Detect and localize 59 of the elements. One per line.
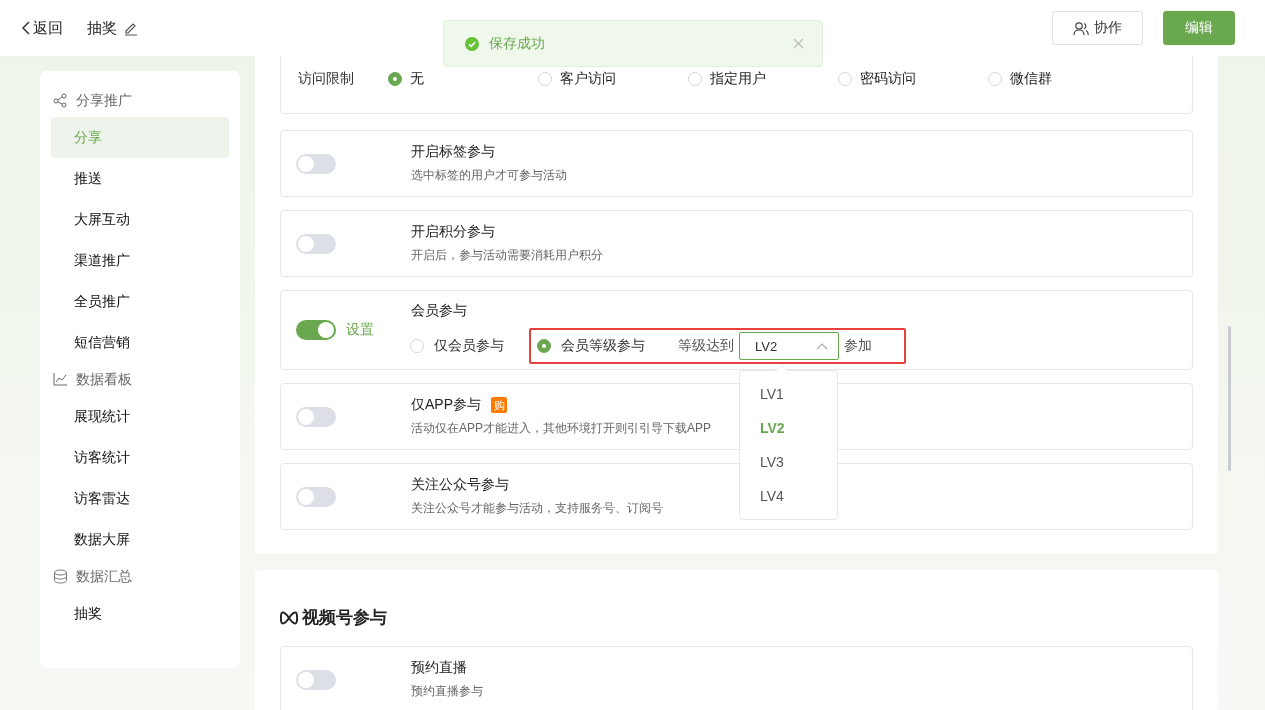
setting-title: 仅APP参与 — [411, 396, 481, 414]
sidebar-item[interactable]: 展现统计 — [51, 396, 229, 437]
suffix-label: 参加 — [844, 337, 872, 355]
setting-description: 开启后，参与活动需要消耗用户积分 — [411, 247, 603, 264]
toggle-switch[interactable] — [296, 320, 336, 340]
setting-title: 会员参与 — [411, 302, 467, 320]
sidebar-item[interactable]: 大屏互动 — [51, 199, 229, 240]
sidebar-item[interactable]: 抽奖 — [51, 593, 229, 634]
users-icon — [1073, 20, 1089, 36]
page-title: 抽奖 — [87, 18, 117, 38]
setting-title: 预约直播 — [411, 659, 467, 677]
share-icon — [53, 93, 68, 108]
setting-description: 选中标签的用户才可参与活动 — [411, 167, 567, 184]
radio-option[interactable]: 密码访问 — [838, 70, 988, 88]
radio-option[interactable]: 会员等级参与 — [537, 337, 645, 355]
sidebar-item[interactable]: 访客雷达 — [51, 478, 229, 519]
chart-icon — [53, 372, 68, 387]
radio-option[interactable]: 指定用户 — [688, 70, 838, 88]
radio-option[interactable]: 微信群 — [988, 70, 1138, 88]
radio-option[interactable]: 客户访问 — [538, 70, 688, 88]
sidebar-group: 数据汇总 — [76, 567, 132, 586]
setting-description: 活动仅在APP才能进入，其他环境打开则引引导下载APP — [411, 420, 712, 437]
dropdown-option[interactable]: LV4 — [740, 479, 837, 513]
sidebar-item[interactable]: 推送 — [51, 158, 229, 199]
collaborate-button[interactable]: 协作 — [1052, 11, 1143, 45]
toggle-switch[interactable] — [296, 669, 336, 690]
toggle-switch[interactable] — [296, 486, 336, 507]
sidebar-item[interactable]: 数据大屏 — [51, 519, 229, 560]
setting-title: 开启标签参与 — [411, 143, 495, 161]
sidebar-group: 数据看板 — [76, 370, 132, 389]
sidebar-item[interactable]: 访客统计 — [51, 437, 229, 478]
database-icon — [53, 569, 68, 584]
sidebar-item[interactable]: 全员推广 — [51, 281, 229, 322]
section-title: 视频号参与 — [302, 607, 387, 629]
back-button[interactable]: 返回 — [22, 18, 63, 38]
sidebar-item[interactable]: 短信营销 — [51, 322, 229, 363]
radio-option[interactable]: 仅会员参与 — [410, 337, 504, 355]
toggle-switch[interactable] — [296, 406, 336, 427]
dropdown-option[interactable]: LV3 — [740, 445, 837, 479]
toggle-switch[interactable] — [296, 153, 336, 174]
dropdown-option[interactable]: LV1 — [740, 377, 837, 411]
level-label: 等级达到 — [678, 337, 734, 355]
setting-description: 预约直播参与 — [411, 683, 483, 700]
shop-badge: 购 — [491, 397, 507, 413]
setting-label: 访问限制 — [298, 70, 355, 88]
toggle-switch[interactable] — [296, 233, 336, 254]
chevron-icon — [816, 342, 828, 350]
level-select[interactable]: LV2 — [739, 332, 839, 360]
back-icon — [22, 21, 31, 35]
sidebar-group: 分享推广 — [76, 91, 132, 110]
toast-message: 保存成功 — [489, 34, 546, 53]
radio-option[interactable]: 无 — [388, 70, 538, 88]
scrollbar-thumb[interactable] — [1228, 326, 1231, 471]
setting-title: 开启积分参与 — [411, 223, 495, 241]
sidebar-item[interactable]: 渠道推广 — [51, 240, 229, 281]
close-icon[interactable] — [793, 38, 804, 49]
success-icon — [465, 36, 479, 51]
setting-description: 关注公众号才能参与活动，支持服务号、订阅号 — [411, 500, 663, 517]
setting-title: 关注公众号参与 — [411, 476, 509, 494]
